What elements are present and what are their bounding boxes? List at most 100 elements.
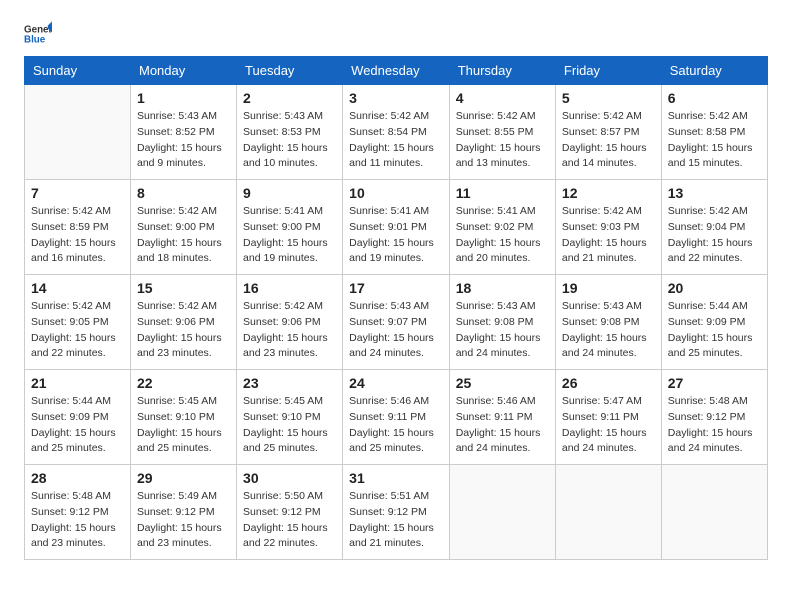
day-info: Sunrise: 5:42 AMSunset: 9:05 PMDaylight:…	[31, 299, 124, 362]
calendar-cell: 4 Sunrise: 5:42 AMSunset: 8:55 PMDaylight…	[449, 85, 555, 180]
day-info: Sunrise: 5:43 AMSunset: 9:08 PMDaylight:…	[456, 299, 549, 362]
day-of-week-header: Thursday	[449, 57, 555, 85]
logo: General Blue	[24, 20, 56, 48]
day-number: 18	[456, 280, 549, 296]
day-info: Sunrise: 5:42 AMSunset: 8:54 PMDaylight:…	[349, 109, 443, 172]
day-info: Sunrise: 5:51 AMSunset: 9:12 PMDaylight:…	[349, 489, 443, 552]
day-number: 11	[456, 185, 549, 201]
day-info: Sunrise: 5:50 AMSunset: 9:12 PMDaylight:…	[243, 489, 336, 552]
calendar-cell: 6 Sunrise: 5:42 AMSunset: 8:58 PMDaylight…	[661, 85, 767, 180]
calendar-cell: 18 Sunrise: 5:43 AMSunset: 9:08 PMDayligh…	[449, 275, 555, 370]
calendar-cell: 26 Sunrise: 5:47 AMSunset: 9:11 PMDayligh…	[555, 370, 661, 465]
day-number: 30	[243, 470, 336, 486]
day-number: 4	[456, 90, 549, 106]
calendar-cell: 8 Sunrise: 5:42 AMSunset: 9:00 PMDaylight…	[131, 180, 237, 275]
calendar-cell: 2 Sunrise: 5:43 AMSunset: 8:53 PMDaylight…	[237, 85, 343, 180]
day-number: 5	[562, 90, 655, 106]
day-number: 13	[668, 185, 761, 201]
day-info: Sunrise: 5:48 AMSunset: 9:12 PMDaylight:…	[668, 394, 761, 457]
day-number: 28	[31, 470, 124, 486]
calendar-cell: 10 Sunrise: 5:41 AMSunset: 9:01 PMDayligh…	[343, 180, 450, 275]
calendar-cell: 15 Sunrise: 5:42 AMSunset: 9:06 PMDayligh…	[131, 275, 237, 370]
day-of-week-header: Tuesday	[237, 57, 343, 85]
day-info: Sunrise: 5:41 AMSunset: 9:00 PMDaylight:…	[243, 204, 336, 267]
calendar-header-row: SundayMondayTuesdayWednesdayThursdayFrid…	[25, 57, 768, 85]
day-info: Sunrise: 5:43 AMSunset: 8:53 PMDaylight:…	[243, 109, 336, 172]
day-number: 21	[31, 375, 124, 391]
day-number: 2	[243, 90, 336, 106]
calendar-cell: 25 Sunrise: 5:46 AMSunset: 9:11 PMDayligh…	[449, 370, 555, 465]
day-info: Sunrise: 5:41 AMSunset: 9:02 PMDaylight:…	[456, 204, 549, 267]
day-of-week-header: Wednesday	[343, 57, 450, 85]
day-number: 10	[349, 185, 443, 201]
calendar-week-row: 28Sunrise: 5:48 AMSunset: 9:12 PMDayligh…	[25, 465, 768, 560]
day-info: Sunrise: 5:44 AMSunset: 9:09 PMDaylight:…	[668, 299, 761, 362]
day-number: 15	[137, 280, 230, 296]
calendar-cell	[25, 85, 131, 180]
page-header: General Blue	[24, 20, 768, 48]
calendar-cell: 9 Sunrise: 5:41 AMSunset: 9:00 PMDaylight…	[237, 180, 343, 275]
day-info: Sunrise: 5:42 AMSunset: 8:58 PMDaylight:…	[668, 109, 761, 172]
day-number: 9	[243, 185, 336, 201]
day-number: 8	[137, 185, 230, 201]
day-number: 14	[31, 280, 124, 296]
calendar-cell: 27 Sunrise: 5:48 AMSunset: 9:12 PMDayligh…	[661, 370, 767, 465]
day-info: Sunrise: 5:45 AMSunset: 9:10 PMDaylight:…	[243, 394, 336, 457]
day-number: 16	[243, 280, 336, 296]
calendar-cell: 23 Sunrise: 5:45 AMSunset: 9:10 PMDayligh…	[237, 370, 343, 465]
day-number: 23	[243, 375, 336, 391]
calendar-cell: 3 Sunrise: 5:42 AMSunset: 8:54 PMDaylight…	[343, 85, 450, 180]
calendar-cell: 20 Sunrise: 5:44 AMSunset: 9:09 PMDayligh…	[661, 275, 767, 370]
calendar-cell: 21Sunrise: 5:44 AMSunset: 9:09 PMDayligh…	[25, 370, 131, 465]
calendar-cell: 16 Sunrise: 5:42 AMSunset: 9:06 PMDayligh…	[237, 275, 343, 370]
day-info: Sunrise: 5:42 AMSunset: 8:55 PMDaylight:…	[456, 109, 549, 172]
day-number: 27	[668, 375, 761, 391]
day-info: Sunrise: 5:42 AMSunset: 9:04 PMDaylight:…	[668, 204, 761, 267]
day-info: Sunrise: 5:42 AMSunset: 9:03 PMDaylight:…	[562, 204, 655, 267]
day-number: 19	[562, 280, 655, 296]
calendar-table: SundayMondayTuesdayWednesdayThursdayFrid…	[24, 56, 768, 560]
day-number: 20	[668, 280, 761, 296]
calendar-week-row: 7 Sunrise: 5:42 AMSunset: 8:59 PMDaylight…	[25, 180, 768, 275]
calendar-cell: 14 Sunrise: 5:42 AMSunset: 9:05 PMDayligh…	[25, 275, 131, 370]
calendar-cell: 7 Sunrise: 5:42 AMSunset: 8:59 PMDaylight…	[25, 180, 131, 275]
calendar-cell: 17Sunrise: 5:43 AMSunset: 9:07 PMDayligh…	[343, 275, 450, 370]
calendar-cell: 24 Sunrise: 5:46 AMSunset: 9:11 PMDayligh…	[343, 370, 450, 465]
day-number: 6	[668, 90, 761, 106]
calendar-cell: 13 Sunrise: 5:42 AMSunset: 9:04 PMDayligh…	[661, 180, 767, 275]
day-info: Sunrise: 5:42 AMSunset: 9:00 PMDaylight:…	[137, 204, 230, 267]
calendar-cell: 30 Sunrise: 5:50 AMSunset: 9:12 PMDayligh…	[237, 465, 343, 560]
day-info: Sunrise: 5:42 AMSunset: 9:06 PMDaylight:…	[243, 299, 336, 362]
calendar-cell: 22 Sunrise: 5:45 AMSunset: 9:10 PMDayligh…	[131, 370, 237, 465]
day-info: Sunrise: 5:41 AMSunset: 9:01 PMDaylight:…	[349, 204, 443, 267]
day-number: 24	[349, 375, 443, 391]
day-number: 25	[456, 375, 549, 391]
day-of-week-header: Friday	[555, 57, 661, 85]
day-number: 7	[31, 185, 124, 201]
calendar-cell: 11 Sunrise: 5:41 AMSunset: 9:02 PMDayligh…	[449, 180, 555, 275]
day-info: Sunrise: 5:43 AMSunset: 9:07 PMDaylight:…	[349, 299, 443, 362]
day-info: Sunrise: 5:42 AMSunset: 9:06 PMDaylight:…	[137, 299, 230, 362]
day-number: 1	[137, 90, 230, 106]
logo-icon: General Blue	[24, 20, 52, 48]
day-of-week-header: Sunday	[25, 57, 131, 85]
day-info: Sunrise: 5:45 AMSunset: 9:10 PMDaylight:…	[137, 394, 230, 457]
day-number: 26	[562, 375, 655, 391]
calendar-cell: 19 Sunrise: 5:43 AMSunset: 9:08 PMDayligh…	[555, 275, 661, 370]
day-info: Sunrise: 5:47 AMSunset: 9:11 PMDaylight:…	[562, 394, 655, 457]
day-number: 29	[137, 470, 230, 486]
day-info: Sunrise: 5:42 AMSunset: 8:59 PMDaylight:…	[31, 204, 124, 267]
day-number: 22	[137, 375, 230, 391]
day-number: 31	[349, 470, 443, 486]
day-info: Sunrise: 5:46 AMSunset: 9:11 PMDaylight:…	[456, 394, 549, 457]
calendar-cell: 31 Sunrise: 5:51 AMSunset: 9:12 PMDayligh…	[343, 465, 450, 560]
day-number: 3	[349, 90, 443, 106]
day-info: Sunrise: 5:43 AMSunset: 9:08 PMDaylight:…	[562, 299, 655, 362]
day-info: Sunrise: 5:43 AMSunset: 8:52 PMDaylight:…	[137, 109, 230, 172]
calendar-week-row: 14 Sunrise: 5:42 AMSunset: 9:05 PMDayligh…	[25, 275, 768, 370]
day-info: Sunrise: 5:46 AMSunset: 9:11 PMDaylight:…	[349, 394, 443, 457]
day-number: 12	[562, 185, 655, 201]
calendar-cell: 5 Sunrise: 5:42 AMSunset: 8:57 PMDaylight…	[555, 85, 661, 180]
day-info: Sunrise: 5:42 AMSunset: 8:57 PMDaylight:…	[562, 109, 655, 172]
calendar-cell	[555, 465, 661, 560]
